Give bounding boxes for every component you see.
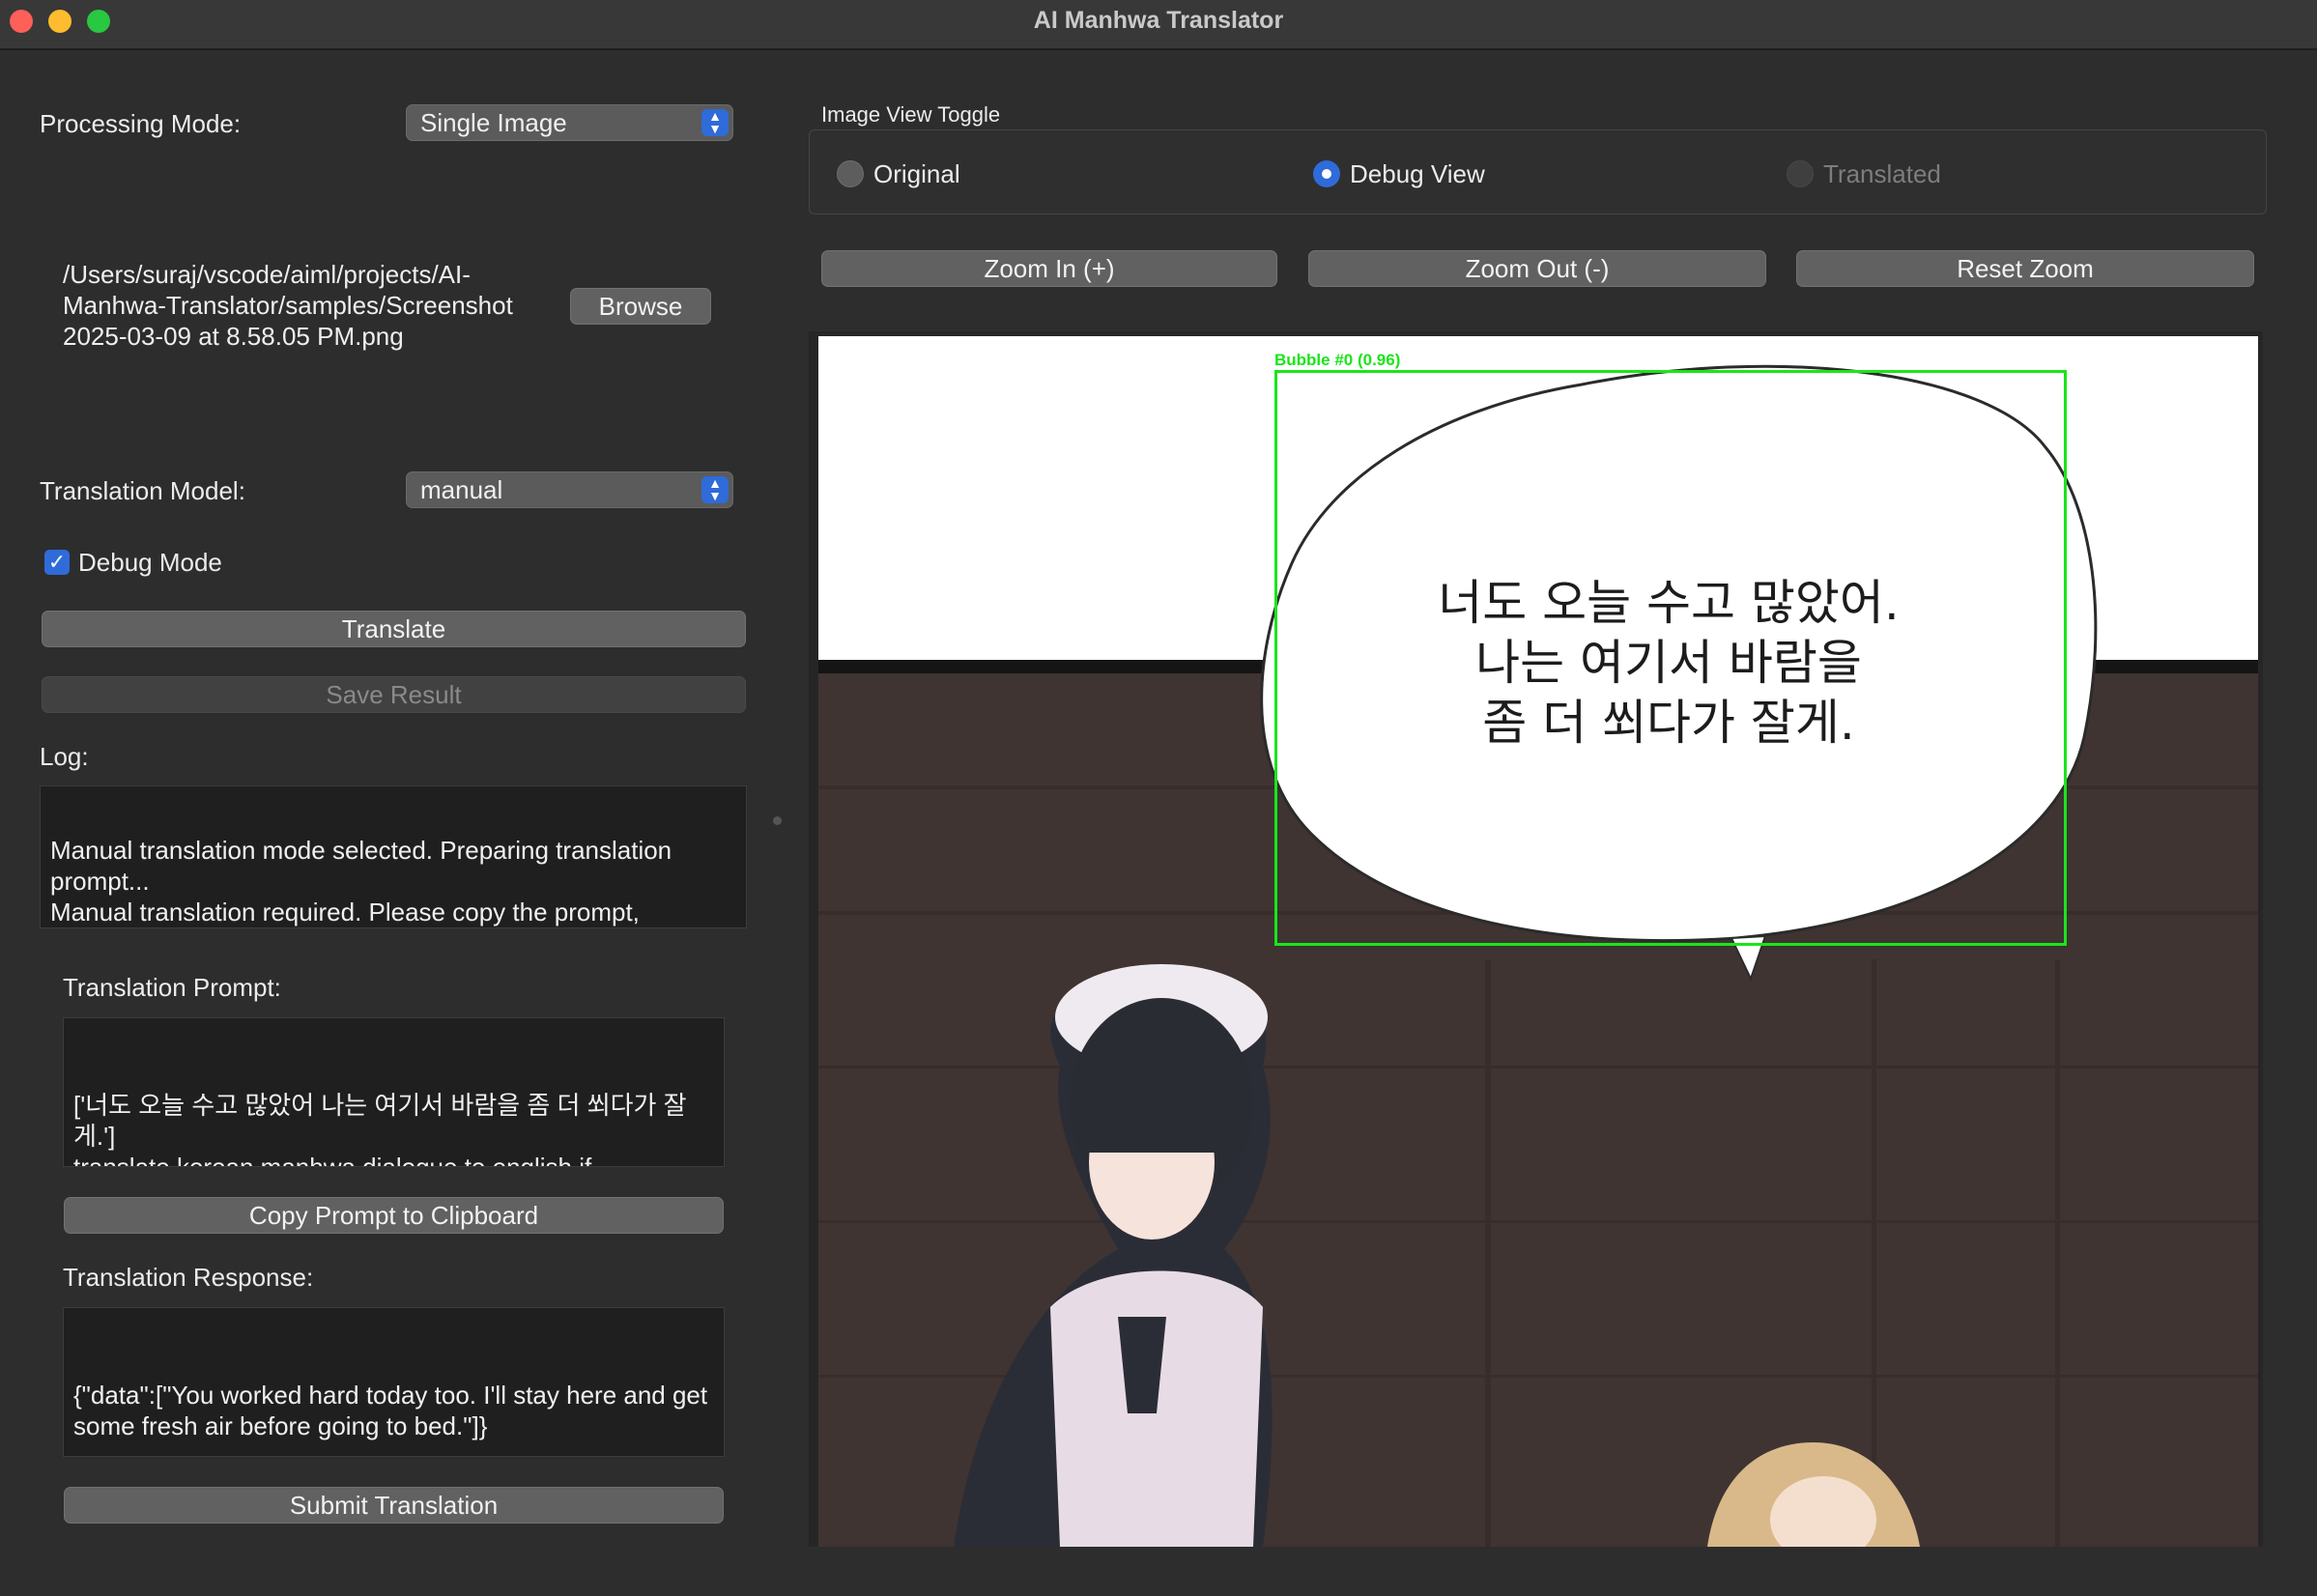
debug-view-radio[interactable]	[1313, 160, 1340, 187]
original-radio[interactable]	[837, 160, 864, 187]
translation-model-label: Translation Model:	[40, 476, 245, 505]
bubble-line: 나는 여기서 바람을	[1475, 635, 1862, 691]
translation-model-select[interactable]: manual ▲ ▼	[406, 471, 733, 508]
zoom-in-button[interactable]: Zoom In (+)	[821, 250, 1277, 287]
log-output[interactable]: Manual translation mode selected. Prepar…	[40, 785, 747, 928]
original-radio-label: Original	[873, 159, 960, 188]
translation-response-textarea[interactable]: {"data":["You worked hard today too. I'l…	[63, 1307, 725, 1457]
translation-model-value: manual	[420, 475, 503, 504]
image-view-toggle-group: Original Debug View Translated	[809, 129, 2267, 214]
submit-translation-button[interactable]: Submit Translation	[64, 1487, 724, 1524]
image-view-toggle-label: Image View Toggle	[821, 102, 1001, 127]
updown-chevron-icon: ▲ ▼	[701, 476, 729, 503]
bubble-line: 좀 더 쐬다가 잘게.	[1482, 695, 1855, 751]
debug-mode-checkbox[interactable]: ✓	[44, 550, 70, 575]
reset-zoom-button[interactable]: Reset Zoom	[1796, 250, 2254, 287]
processing-mode-select[interactable]: Single Image ▲ ▼	[406, 104, 733, 141]
translated-radio[interactable]	[1787, 160, 1814, 187]
processing-mode-label: Processing Mode:	[40, 109, 242, 138]
translated-radio-label: Translated	[1823, 159, 1941, 188]
selected-file-path: /Users/suraj/vscode/aiml/projects/AI- Ma…	[63, 260, 513, 351]
app-window: AI Manhwa Translator Processing Mode: Si…	[0, 0, 2317, 1596]
bubble-line: 너도 오늘 수고 많았어.	[1438, 575, 1900, 631]
log-label: Log:	[40, 742, 89, 771]
translation-response-label: Translation Response:	[63, 1263, 314, 1292]
window-title: AI Manhwa Translator	[1033, 7, 1284, 34]
title-bar: AI Manhwa Translator	[0, 0, 2317, 50]
save-result-button[interactable]: Save Result	[42, 676, 746, 713]
bubble-korean-text: 너도 오늘 수고 많았어. 나는 여기서 바람을 좀 더 쐬다가 잘게.	[1350, 573, 1988, 753]
radio-selected-dot	[1322, 169, 1331, 179]
translation-prompt-textarea[interactable]: ['너도 오늘 수고 많았어 나는 여기서 바람을 좀 더 쐬다가 잘게.'] …	[63, 1017, 725, 1167]
log-text: Manual translation mode selected. Prepar…	[50, 836, 672, 926]
translate-button[interactable]: Translate	[42, 611, 746, 647]
checkmark-icon: ✓	[47, 550, 67, 574]
splitter-handle[interactable]	[773, 816, 782, 825]
debug-view-radio-label: Debug View	[1350, 159, 1485, 188]
updown-chevron-icon: ▲ ▼	[701, 109, 729, 136]
browse-button[interactable]: Browse	[570, 288, 711, 325]
translation-prompt-label: Translation Prompt:	[63, 973, 281, 1002]
copy-prompt-button[interactable]: Copy Prompt to Clipboard	[64, 1197, 724, 1234]
translation-response-text: {"data":["You worked hard today too. I'l…	[73, 1381, 715, 1440]
detection-bubble-tag: Bubble #0 (0.96)	[1274, 351, 1401, 369]
zoom-out-button[interactable]: Zoom Out (-)	[1308, 250, 1766, 287]
translation-prompt-text: ['너도 오늘 수고 많았어 나는 여기서 바람을 좀 더 쐬다가 잘게.'] …	[73, 1091, 687, 1167]
debug-mode-label: Debug Mode	[78, 548, 222, 577]
processing-mode-value: Single Image	[420, 108, 567, 137]
image-preview-area[interactable]: Bubble #0 (0.96) 너도 오늘 수고 많았어. 나는 여기서 바람…	[809, 331, 2263, 1547]
